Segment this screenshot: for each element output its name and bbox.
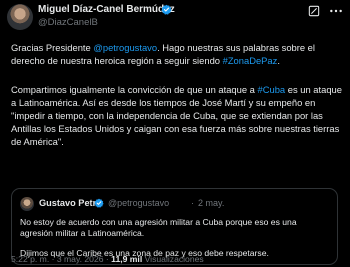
hashtag-link[interactable]: #ZonaDePaz [223, 55, 278, 66]
mention-link[interactable]: @petrogustavo [93, 42, 157, 53]
quoted-date: 2 may. [198, 198, 225, 208]
more-options-icon[interactable] [328, 4, 344, 18]
verified-badge-icon [94, 198, 104, 208]
author-name[interactable]: Miguel Díaz-Canel Bermúdez [38, 4, 175, 15]
author-handle[interactable]: @DiazCanelB [38, 17, 98, 28]
tweet-text: . [277, 55, 280, 66]
hashtag-link[interactable]: #Cuba [258, 84, 286, 95]
quoted-paragraph-1: No estoy de acuerdo con una agresión mil… [20, 217, 297, 238]
views-count: 11,9 mil [111, 254, 143, 264]
quoted-author-avatar [20, 197, 34, 211]
tweet-timestamp[interactable]: 5:22 p. m. · 3 may. 2026 · [11, 254, 111, 264]
tweet: Miguel Díaz-Canel Bermúdez @DiazCanelB G… [0, 0, 350, 267]
views-label: Visualizaciones [142, 254, 204, 264]
tweet-paragraph-2: Compartimos igualmente la convicción de … [11, 83, 345, 148]
quoted-author-name: Gustavo Petro [39, 198, 102, 208]
author-avatar[interactable] [7, 4, 33, 30]
tweet-text: Compartimos igualmente la convicción de … [11, 84, 258, 95]
separator-dot: · [191, 198, 194, 208]
grok-icon[interactable] [307, 4, 321, 18]
tweet-meta: 5:22 p. m. · 3 may. 2026 · 11,9 mil Visu… [11, 254, 204, 264]
verified-badge-icon [161, 4, 172, 15]
tweet-text: Gracias Presidente [11, 42, 94, 53]
quoted-author-handle: @petrogustavo [108, 198, 170, 208]
tweet-paragraph-1: Gracias Presidente @petrogustavo. Hago n… [11, 41, 345, 67]
